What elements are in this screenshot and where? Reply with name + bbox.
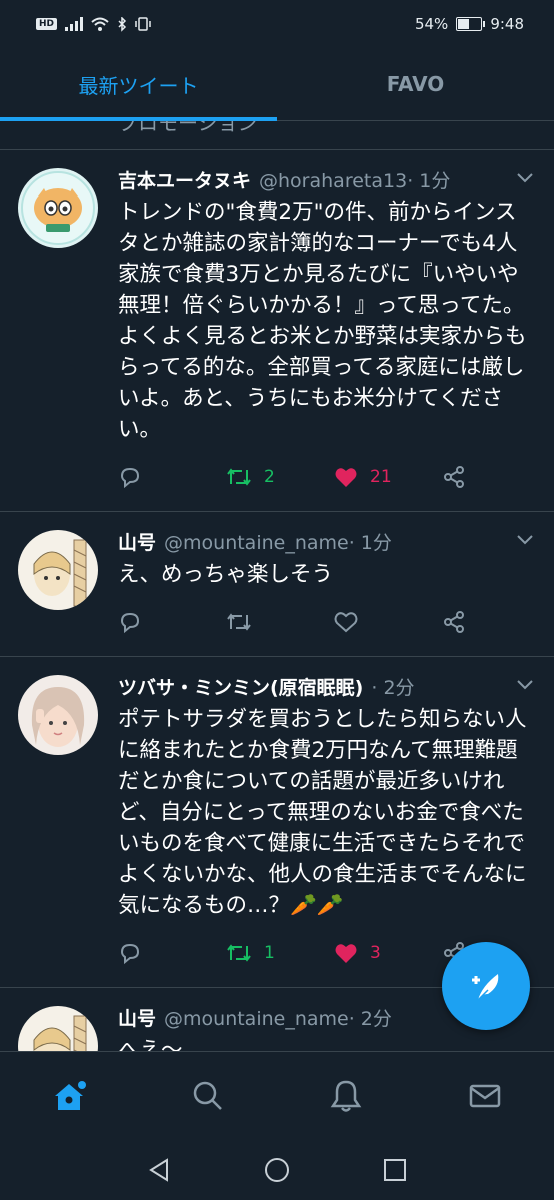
display-name[interactable]: 山号 (118, 1006, 156, 1032)
retweet-button[interactable] (226, 611, 334, 633)
retweet-count: 2 (264, 467, 275, 487)
tweet-actions: 2 21 (118, 457, 534, 497)
nav-messages[interactable] (416, 1052, 554, 1140)
share-button[interactable] (442, 610, 466, 634)
battery-icon (456, 17, 486, 31)
tweet-text: ポテトサラダを買おうとしたら知らない人に絡まれたとか食費2万円なんて無理難題だと… (118, 707, 527, 918)
share-icon (444, 611, 464, 633)
nav-home[interactable] (0, 1052, 139, 1140)
avatar[interactable] (18, 168, 98, 248)
like-count: 3 (370, 943, 381, 963)
recents-icon[interactable] (381, 1156, 409, 1184)
home-circle-icon[interactable] (263, 1156, 291, 1184)
home-icon (55, 1081, 87, 1110)
retweet-icon (227, 468, 251, 486)
vibrate-icon (135, 17, 151, 31)
avatar[interactable] (18, 530, 98, 610)
compose-tweet-icon (472, 974, 499, 1001)
like-button[interactable]: 3 (334, 942, 442, 964)
chevron-down-icon[interactable] (516, 172, 534, 184)
user-handle[interactable]: @mountaine_name (164, 1006, 349, 1032)
bottom-navigation (0, 1051, 554, 1140)
timestamp: · 1分 (348, 532, 392, 554)
user-handle[interactable]: @mountaine_name (164, 530, 349, 556)
compose-tweet-button[interactable] (442, 942, 530, 1030)
retweet-button[interactable]: 2 (226, 466, 334, 488)
like-count: 21 (370, 467, 392, 487)
reply-button[interactable] (118, 610, 226, 634)
status-bar: HD 54% 9:48 (0, 0, 554, 48)
like-button[interactable]: 21 (334, 466, 442, 488)
retweet-icon (227, 944, 251, 962)
user-handle[interactable]: @horahareta13 (259, 168, 407, 194)
retweet-button[interactable]: 1 (226, 942, 334, 964)
timeline-tabs: 最新ツイート FAVO (0, 48, 554, 121)
search-icon (193, 1081, 222, 1110)
retweet-count: 1 (264, 943, 275, 963)
promoted-label-text: プロモーション (118, 121, 258, 135)
battery-percent: 54% (414, 15, 449, 33)
tweet-feed[interactable]: プロモーション 吉本ユータヌキ @horahareta13 · 1分 トレンドの… (0, 121, 554, 1051)
tweet[interactable]: ツバサ・ミンミン(原宿眠眠) · 2分 ポテトサラダを買おうとしたら知らない人に… (0, 657, 554, 988)
bluetooth-icon (118, 16, 127, 32)
tweet-text: へえ〜 (118, 1038, 183, 1051)
retweet-icon (227, 613, 251, 631)
like-button[interactable] (334, 611, 442, 633)
reply-icon (120, 467, 140, 489)
reply-button[interactable] (118, 465, 226, 489)
timestamp: · 2分 (371, 677, 415, 699)
tweet-text: え、めっちゃ楽しそう (118, 562, 334, 587)
share-button[interactable] (442, 465, 466, 489)
clock: 9:48 (490, 15, 524, 33)
tab-latest-tweets[interactable]: 最新ツイート (0, 48, 277, 121)
reply-icon (120, 612, 140, 634)
display-name[interactable]: ツバサ・ミンミン(原宿眠眠) (118, 675, 363, 701)
chevron-down-icon[interactable] (516, 534, 534, 546)
display-name[interactable]: 山号 (118, 530, 156, 556)
chevron-down-icon[interactable] (516, 679, 534, 691)
avatar[interactable] (18, 675, 98, 755)
hd-badge: HD (36, 18, 58, 30)
heart-icon (335, 944, 357, 963)
tweet[interactable]: 山号 @mountaine_name · 1分 え、めっちゃ楽しそう (0, 512, 554, 657)
wifi-icon (91, 17, 109, 31)
back-icon[interactable] (145, 1156, 173, 1184)
timestamp: · 2分 (348, 1008, 392, 1030)
tweet[interactable]: 吉本ユータヌキ @horahareta13 · 1分 トレンドの"食費2万"の件… (0, 150, 554, 512)
tab-favo[interactable]: FAVO (277, 48, 554, 120)
heart-icon (335, 468, 357, 487)
display-name[interactable]: 吉本ユータヌキ (118, 168, 251, 194)
mail-icon (469, 1084, 500, 1108)
heart-icon (334, 612, 358, 633)
reply-button[interactable] (118, 941, 226, 965)
promoted-label: プロモーション (0, 121, 554, 150)
tweet-actions (118, 602, 534, 642)
timestamp: · 1分 (407, 170, 451, 192)
nav-notifications[interactable] (277, 1052, 416, 1140)
signal-icon (65, 17, 84, 31)
system-navigation (0, 1139, 554, 1200)
avatar[interactable] (18, 1006, 98, 1051)
tweet-text: トレンドの"食費2万"の件、前からインスタとか雑誌の家計簿的なコーナーでも4人家… (118, 200, 527, 442)
nav-search[interactable] (139, 1052, 278, 1140)
share-icon (444, 466, 464, 488)
reply-icon (120, 943, 140, 965)
bell-icon (330, 1080, 362, 1112)
